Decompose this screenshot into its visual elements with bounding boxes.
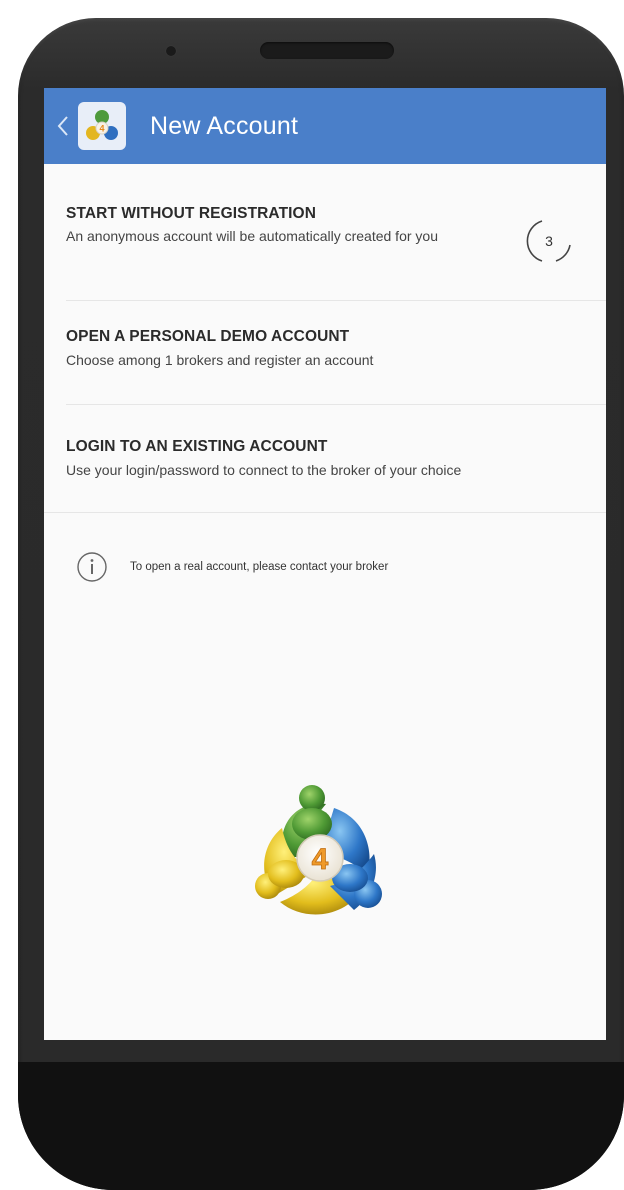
back-button[interactable] bbox=[52, 106, 74, 146]
option-title: OPEN A PERSONAL DEMO ACCOUNT bbox=[66, 328, 350, 345]
metatrader-icon[interactable]: 4 bbox=[78, 102, 126, 150]
earpiece-speaker bbox=[260, 42, 394, 59]
page-title: New Account bbox=[150, 111, 299, 140]
countdown-indicator: 3 bbox=[520, 212, 578, 270]
front-camera bbox=[166, 46, 176, 56]
phone-frame: 4 New Account START WITHOUT REGISTRATION… bbox=[18, 18, 624, 1190]
metatrader-4-logo: 4 bbox=[255, 785, 382, 915]
option-title: START WITHOUT REGISTRATION bbox=[66, 205, 317, 222]
option-subtitle: Use your login/password to connect to th… bbox=[66, 462, 462, 478]
option-subtitle: Choose among 1 brokers and register an a… bbox=[66, 352, 374, 368]
chevron-left-icon bbox=[57, 116, 68, 136]
logo-number: 4 bbox=[312, 843, 329, 876]
info-circle-icon bbox=[77, 552, 107, 582]
option-subtitle: An anonymous account will be automatical… bbox=[66, 228, 438, 244]
svg-text:4: 4 bbox=[99, 124, 104, 134]
option-login-existing-account[interactable]: LOGIN TO AN EXISTING ACCOUNT Use your lo… bbox=[44, 404, 606, 512]
info-row: To open a real account, please contact y… bbox=[76, 550, 576, 584]
screen: 4 New Account START WITHOUT REGISTRATION… bbox=[44, 88, 606, 1040]
info-text: To open a real account, please contact y… bbox=[130, 561, 389, 573]
option-title: LOGIN TO AN EXISTING ACCOUNT bbox=[66, 438, 328, 455]
metatrader-icon-graphic: 4 bbox=[86, 110, 118, 140]
option-open-demo-account[interactable]: OPEN A PERSONAL DEMO ACCOUNT Choose amon… bbox=[44, 300, 606, 404]
divider bbox=[44, 512, 606, 513]
bottom-bezel bbox=[18, 1062, 624, 1190]
countdown-value: 3 bbox=[545, 233, 553, 249]
app-bar: 4 New Account bbox=[44, 88, 606, 164]
